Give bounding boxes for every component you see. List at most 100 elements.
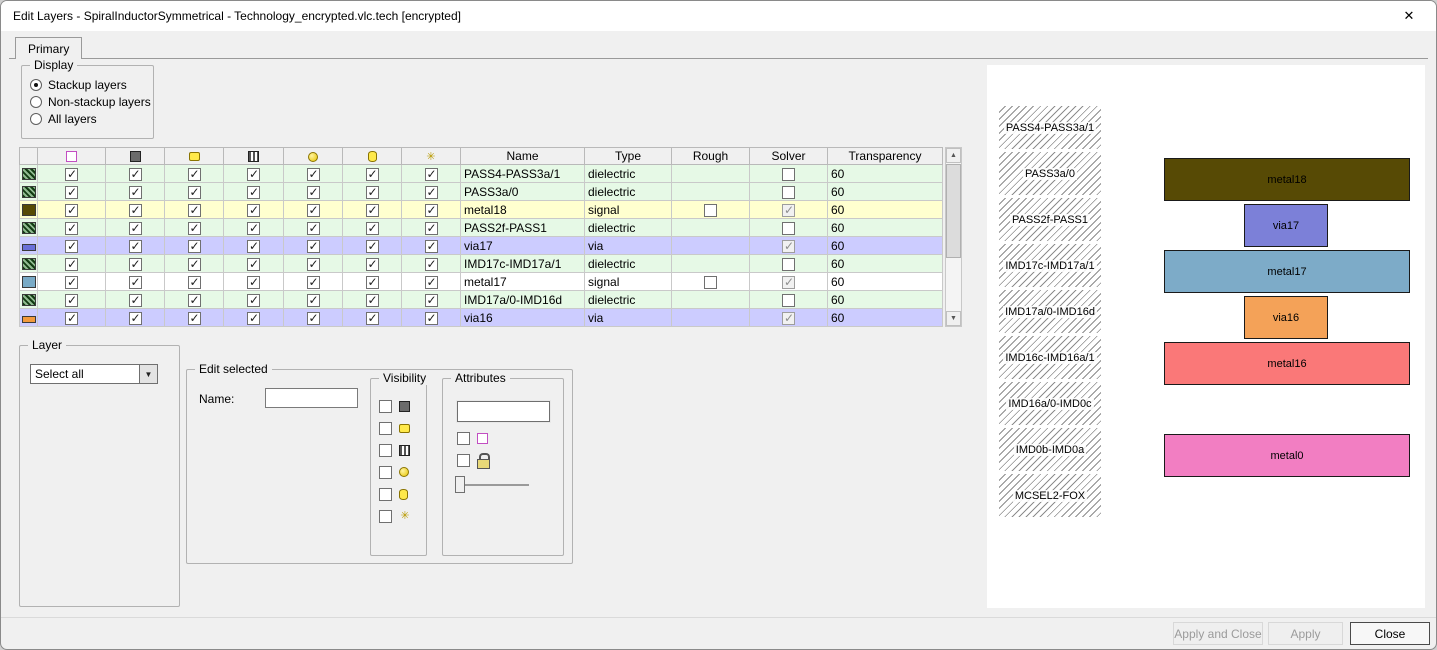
sphere-icon[interactable]	[284, 148, 343, 165]
visibility-checkbox[interactable]	[65, 222, 78, 235]
visibility-checkbox[interactable]	[129, 294, 142, 307]
visibility-checkbox[interactable]	[307, 186, 320, 199]
rough-checkbox[interactable]	[704, 204, 717, 217]
radio-all-layers[interactable]: All layers	[30, 112, 97, 126]
visibility-checkbox[interactable]	[65, 258, 78, 271]
table-row[interactable]: PASS2f-PASS1 dielectric 60	[20, 219, 943, 237]
visibility-checkbox[interactable]	[129, 258, 142, 271]
close-icon[interactable]: ✕	[1392, 1, 1426, 31]
rough-checkbox[interactable]	[704, 276, 717, 289]
visibility-checkbox[interactable]	[247, 294, 260, 307]
scrollbar-thumb[interactable]	[946, 164, 961, 258]
radio-icon[interactable]	[30, 79, 42, 91]
table-row[interactable]: PASS4-PASS3a/1 dielectric 60	[20, 165, 943, 183]
flash-icon[interactable]	[402, 148, 461, 165]
radio-non-stackup-layers[interactable]: Non-stackup layers	[30, 95, 151, 109]
label-icon[interactable]	[165, 148, 224, 165]
visibility-checkbox[interactable]	[65, 186, 78, 199]
visibility-option-checkbox[interactable]	[379, 510, 392, 523]
visibility-checkbox[interactable]	[188, 168, 201, 181]
visibility-checkbox[interactable]	[307, 312, 320, 325]
radio-icon[interactable]	[30, 96, 42, 108]
visibility-checkbox[interactable]	[188, 294, 201, 307]
radio-stackup-layers[interactable]: Stackup layers	[30, 78, 127, 92]
visibility-checkbox[interactable]	[188, 276, 201, 289]
visibility-checkbox[interactable]	[366, 276, 379, 289]
visibility-checkbox[interactable]	[129, 186, 142, 199]
solver-checkbox[interactable]	[782, 258, 795, 271]
visibility-checkbox[interactable]	[366, 312, 379, 325]
table-scrollbar[interactable]	[945, 147, 962, 327]
visibility-option[interactable]	[379, 399, 410, 413]
visibility-checkbox[interactable]	[307, 276, 320, 289]
visibility-checkbox[interactable]	[247, 186, 260, 199]
visibility-checkbox[interactable]	[425, 240, 438, 253]
slider-thumb[interactable]	[455, 476, 465, 493]
column-header-rough[interactable]: Rough	[672, 148, 750, 165]
visibility-checkbox[interactable]	[247, 276, 260, 289]
visibility-checkbox[interactable]	[366, 204, 379, 217]
visibility-checkbox[interactable]	[425, 312, 438, 325]
visibility-checkbox[interactable]	[247, 312, 260, 325]
visibility-checkbox[interactable]	[129, 222, 142, 235]
visibility-checkbox[interactable]	[65, 294, 78, 307]
visibility-checkbox[interactable]	[129, 312, 142, 325]
visibility-checkbox[interactable]	[425, 294, 438, 307]
visibility-checkbox[interactable]	[65, 240, 78, 253]
visibility-option-checkbox[interactable]	[379, 444, 392, 457]
visibility-checkbox[interactable]	[129, 240, 142, 253]
visibility-checkbox[interactable]	[307, 258, 320, 271]
visibility-checkbox[interactable]	[366, 294, 379, 307]
outline-icon[interactable]	[38, 148, 106, 165]
visibility-checkbox[interactable]	[129, 276, 142, 289]
visibility-checkbox[interactable]	[366, 222, 379, 235]
visibility-option[interactable]	[379, 421, 410, 435]
visibility-checkbox[interactable]	[247, 204, 260, 217]
visibility-option[interactable]	[379, 443, 410, 457]
visibility-checkbox[interactable]	[366, 240, 379, 253]
table-row[interactable]: via17 via 60	[20, 237, 943, 255]
name-input[interactable]	[265, 388, 358, 408]
visibility-checkbox[interactable]	[307, 240, 320, 253]
transparency-slider[interactable]	[455, 475, 529, 495]
visibility-checkbox[interactable]	[425, 168, 438, 181]
apply-button[interactable]: Apply	[1268, 622, 1343, 645]
chevron-down-icon[interactable]	[139, 365, 157, 383]
visibility-option-checkbox[interactable]	[379, 400, 392, 413]
visibility-option-checkbox[interactable]	[379, 488, 392, 501]
attribute-option[interactable]	[457, 431, 488, 445]
visibility-checkbox[interactable]	[247, 222, 260, 235]
column-header-type[interactable]: Type	[585, 148, 672, 165]
column-header-solver[interactable]: Solver	[750, 148, 828, 165]
solver-checkbox[interactable]	[782, 222, 795, 235]
solver-checkbox[interactable]	[782, 168, 795, 181]
column-header-name[interactable]: Name	[461, 148, 585, 165]
radio-icon[interactable]	[30, 113, 42, 125]
solver-checkbox[interactable]	[782, 294, 795, 307]
visibility-checkbox[interactable]	[188, 186, 201, 199]
scroll-down-icon[interactable]	[946, 311, 961, 326]
close-button[interactable]: Close	[1350, 622, 1430, 645]
visibility-checkbox[interactable]	[247, 258, 260, 271]
attribute-option[interactable]	[457, 453, 488, 467]
hatch-icon[interactable]	[224, 148, 284, 165]
visibility-checkbox[interactable]	[188, 312, 201, 325]
visibility-checkbox[interactable]	[425, 186, 438, 199]
table-row[interactable]: IMD17c-IMD17a/1 dielectric 60	[20, 255, 943, 273]
visibility-checkbox[interactable]	[65, 276, 78, 289]
visibility-checkbox[interactable]	[188, 240, 201, 253]
visibility-checkbox[interactable]	[65, 204, 78, 217]
visibility-option[interactable]	[379, 509, 411, 523]
visibility-option[interactable]	[379, 465, 409, 479]
table-row[interactable]: PASS3a/0 dielectric 60	[20, 183, 943, 201]
visibility-checkbox[interactable]	[425, 204, 438, 217]
visibility-checkbox[interactable]	[65, 168, 78, 181]
attribute-checkbox[interactable]	[457, 432, 470, 445]
visibility-checkbox[interactable]	[366, 258, 379, 271]
scroll-up-icon[interactable]	[946, 148, 961, 163]
fill-icon[interactable]	[106, 148, 165, 165]
visibility-checkbox[interactable]	[307, 222, 320, 235]
visibility-checkbox[interactable]	[188, 222, 201, 235]
attribute-checkbox[interactable]	[457, 454, 470, 467]
color-picker-button[interactable]	[457, 401, 550, 422]
